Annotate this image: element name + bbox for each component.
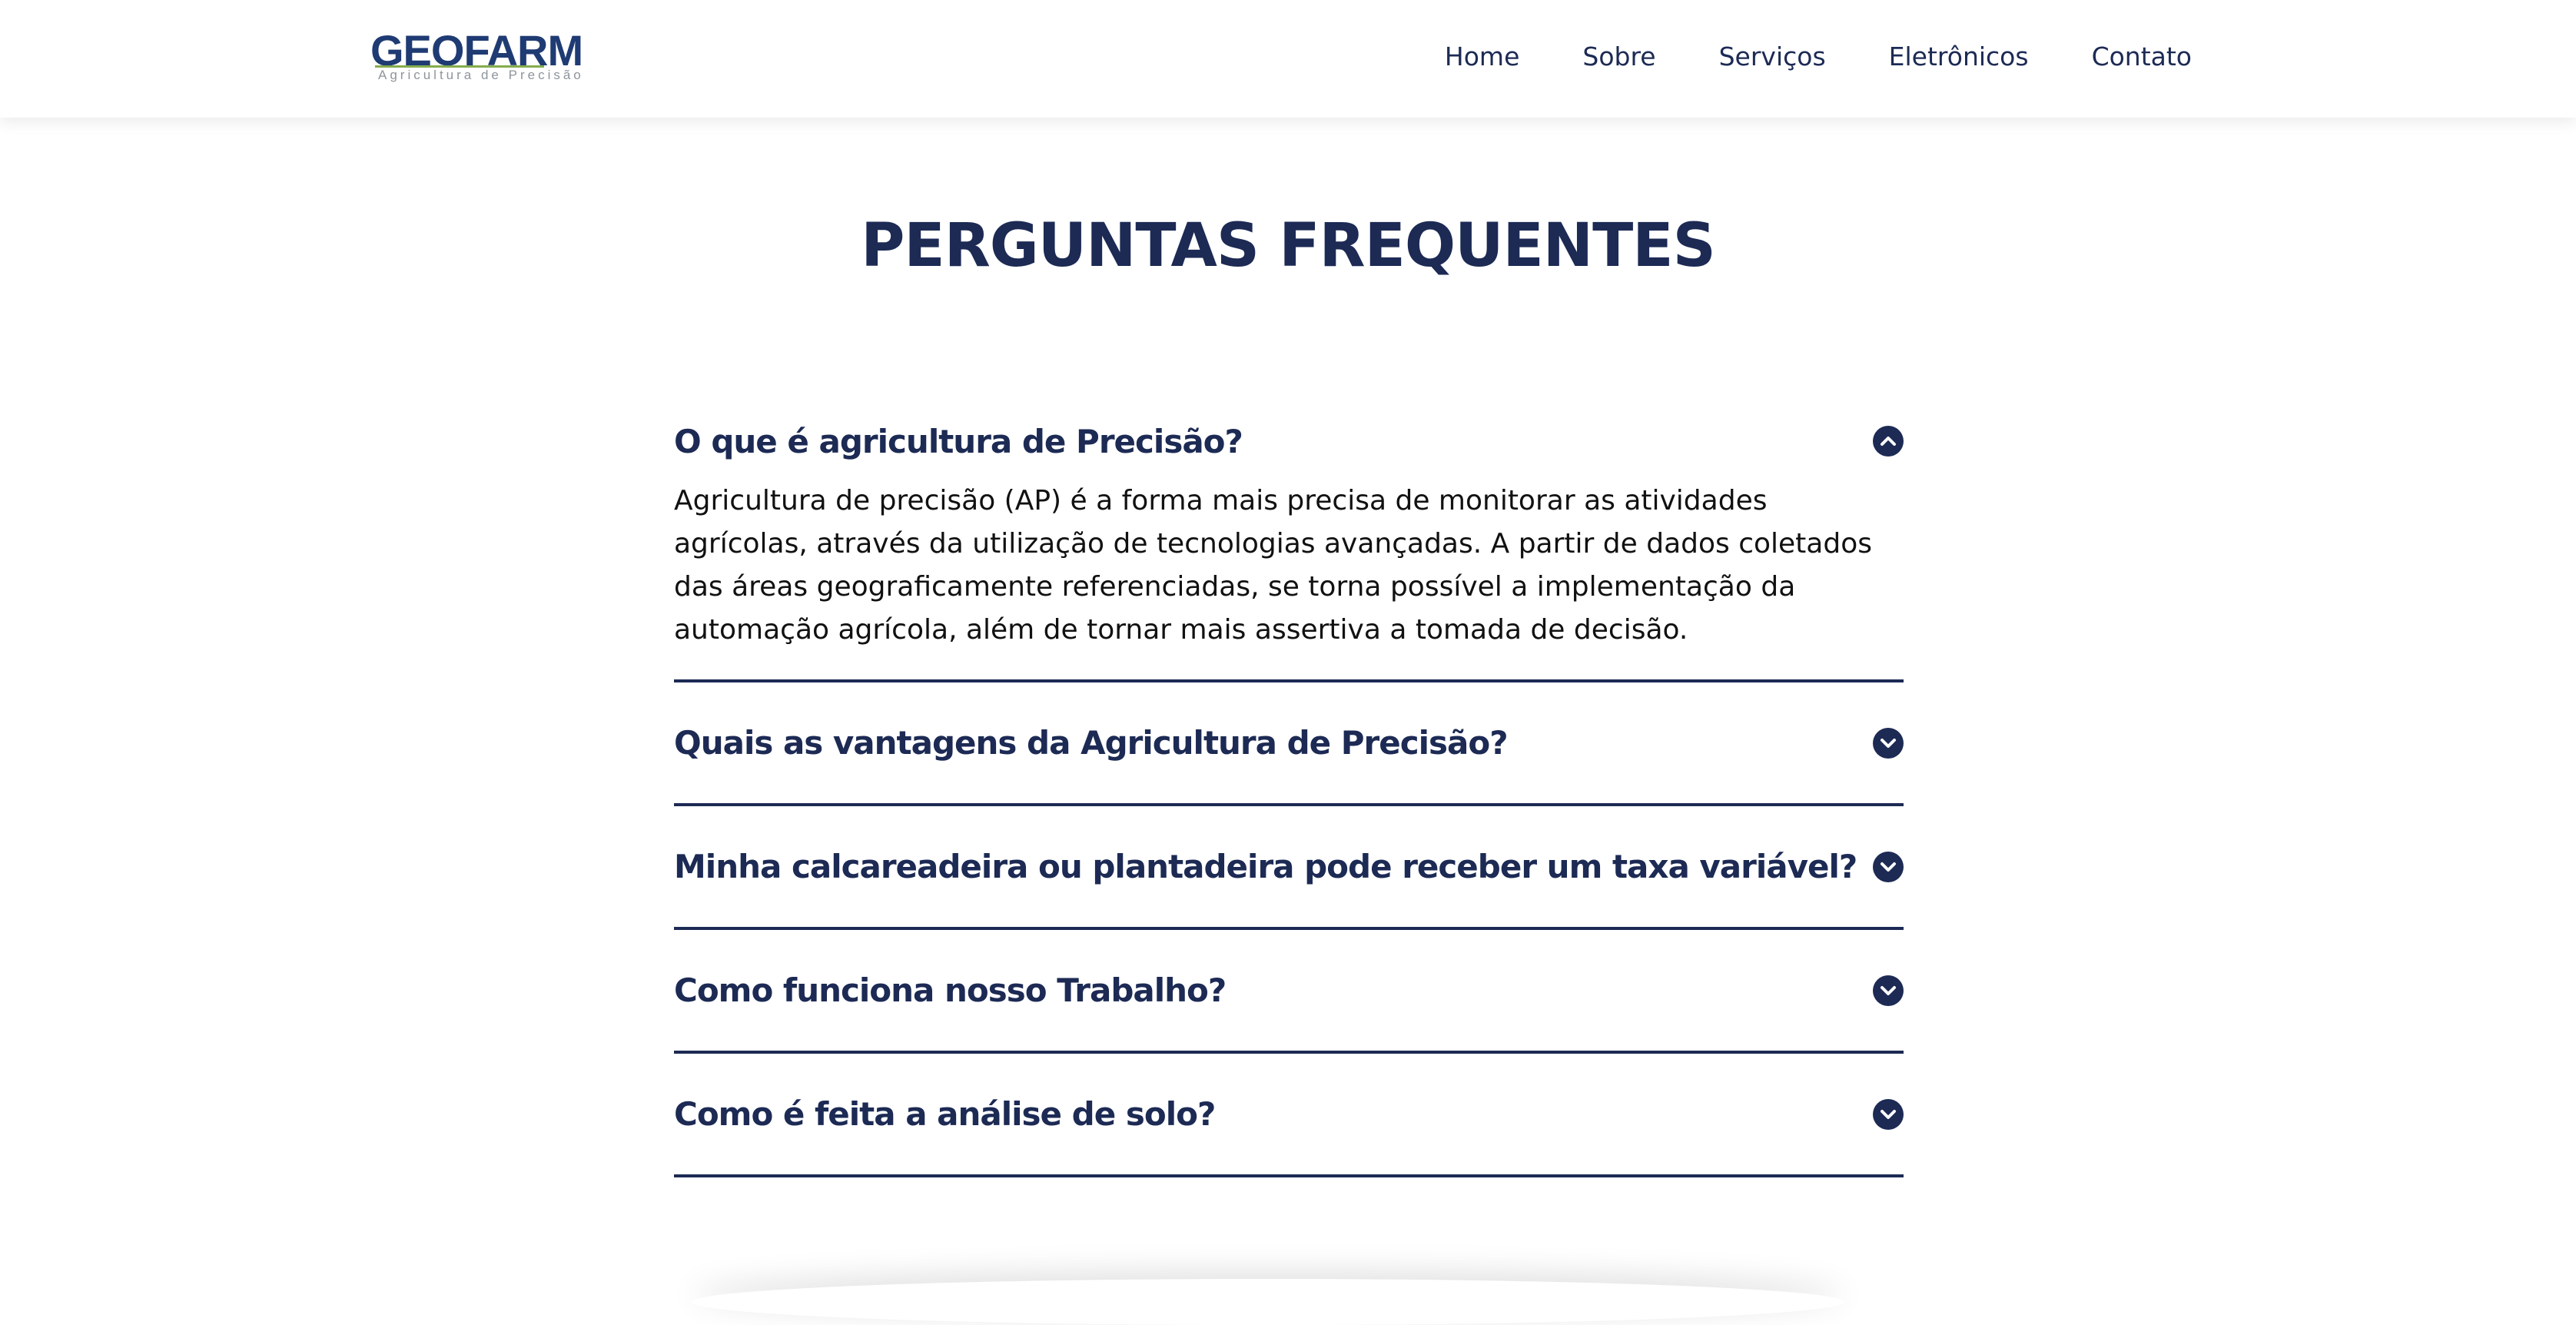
next-section-card-edge	[692, 1279, 1844, 1325]
faq-answer: Agricultura de precisão (AP) é a forma m…	[674, 485, 1872, 646]
faq-question-row[interactable]: Quais as vantagens da Agricultura de Pre…	[674, 682, 1904, 803]
faq-question: Como funciona nosso Trabalho?	[674, 971, 1227, 1009]
faq-question-row[interactable]: Como funciona nosso Trabalho?	[674, 930, 1904, 1051]
faq-accordion: O que é agricultura de Precisão? Agricul…	[674, 406, 1904, 1177]
faq-question-row[interactable]: Minha calcareadeira ou plantadeira pode …	[674, 806, 1904, 927]
faq-question-row[interactable]: O que é agricultura de Precisão?	[674, 406, 1904, 477]
nav-link-servicos[interactable]: Serviços	[1688, 37, 1857, 77]
chevron-up-icon[interactable]	[1873, 426, 1904, 457]
chevron-down-icon[interactable]	[1873, 727, 1904, 759]
nav-link-home[interactable]: Home	[1413, 37, 1551, 77]
page-title: PERGUNTAS FREQUENTES	[861, 211, 1716, 281]
main-nav: Home Sobre Serviços Eletrônicos Contato	[1413, 37, 2192, 77]
faq-item: Como funciona nosso Trabalho?	[674, 930, 1904, 1054]
faq-item: Como é feita a análise de solo?	[674, 1054, 1904, 1177]
logo-tagline: Agricultura de Precisão	[378, 68, 584, 82]
faq-item: Minha calcareadeira ou plantadeira pode …	[674, 806, 1904, 930]
chevron-down-icon[interactable]	[1873, 1098, 1904, 1130]
faq-item: Quais as vantagens da Agricultura de Pre…	[674, 682, 1904, 806]
nav-link-contato[interactable]: Contato	[2060, 37, 2192, 77]
faq-question-row[interactable]: Como é feita a análise de solo?	[674, 1054, 1904, 1174]
faq-item: O que é agricultura de Precisão? Agricul…	[674, 406, 1904, 682]
faq-question: Quais as vantagens da Agricultura de Pre…	[674, 724, 1509, 762]
faq-question: Minha calcareadeira ou plantadeira pode …	[674, 848, 1857, 885]
geofarm-logo[interactable]: GEOFARM Agricultura de Precisão	[370, 28, 583, 86]
faq-question: O que é agricultura de Precisão?	[674, 422, 1243, 460]
nav-link-eletronicos[interactable]: Eletrônicos	[1857, 37, 2060, 77]
nav-link-sobre[interactable]: Sobre	[1551, 37, 1687, 77]
site-header: GEOFARM Agricultura de Precisão Home Sob…	[0, 0, 2576, 118]
chevron-down-icon[interactable]	[1873, 851, 1904, 882]
faq-question: Como é feita a análise de solo?	[674, 1095, 1216, 1133]
chevron-down-icon[interactable]	[1873, 975, 1904, 1006]
